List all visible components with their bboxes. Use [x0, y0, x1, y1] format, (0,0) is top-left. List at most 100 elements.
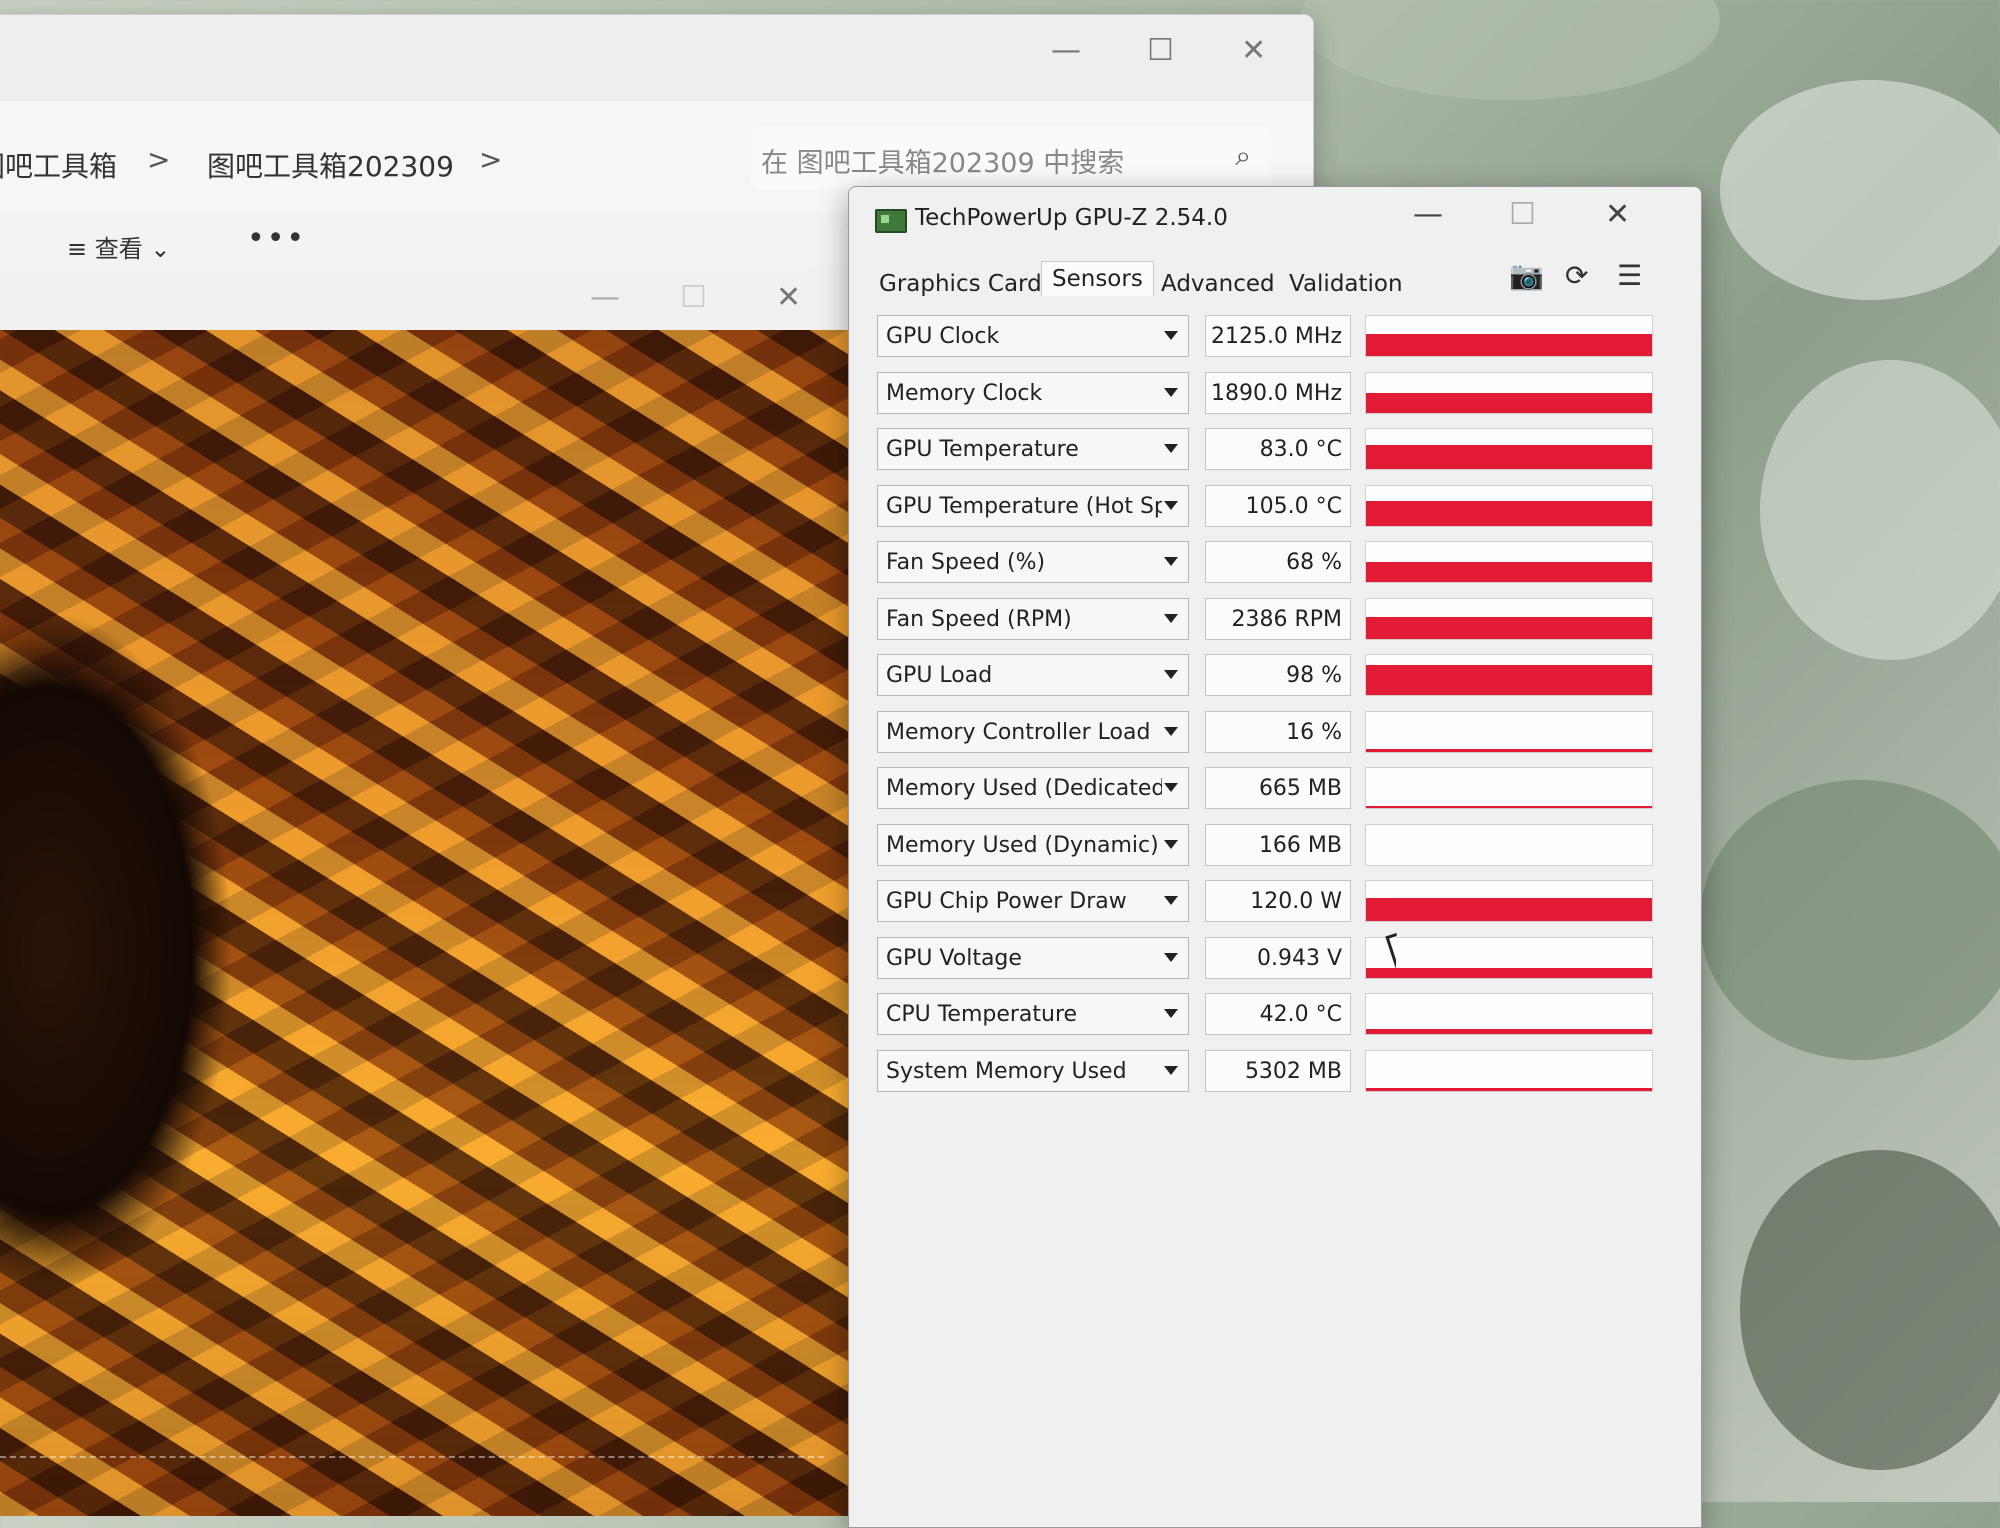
sensor-graph-fill [1366, 445, 1652, 469]
maximize-icon[interactable]: ☐ [680, 280, 707, 315]
minimize-icon[interactable]: — [1413, 197, 1443, 232]
camera-icon[interactable]: 📷 [1509, 259, 1544, 292]
sensor-select[interactable]: Fan Speed (%) [877, 541, 1189, 583]
sensor-graph-fill [1366, 897, 1652, 921]
sensor-value: 83.0 °C [1259, 437, 1342, 462]
sensor-select[interactable]: GPU Voltage [877, 937, 1189, 979]
sensor-select[interactable]: GPU Temperature (Hot Spot) [877, 485, 1189, 527]
sensor-graph [1365, 1050, 1653, 1092]
sensor-select[interactable]: System Memory Used [877, 1050, 1189, 1092]
sensor-graph-fill [1366, 334, 1652, 356]
displayed-image [0, 330, 854, 1516]
sensor-select[interactable]: Memory Used (Dedicated) [877, 767, 1189, 809]
refresh-icon[interactable]: ⟳ [1565, 259, 1588, 292]
sensor-select[interactable]: Memory Controller Load [877, 711, 1189, 753]
dropdown-arrow-icon[interactable] [1164, 331, 1178, 340]
dropdown-arrow-icon[interactable] [1164, 840, 1178, 849]
tab-graphics-card[interactable]: Graphics Card [877, 265, 1044, 303]
dropdown-arrow-icon[interactable] [1164, 783, 1178, 792]
chevron-right-icon: > [479, 143, 503, 176]
sensor-row: GPU Load 98 % [877, 654, 1677, 698]
sensor-graph-fill [1366, 393, 1652, 413]
search-input[interactable]: 在 图吧工具箱202309 中搜索 ⌕ [751, 127, 1271, 189]
sensor-value-box: 16 % [1205, 711, 1351, 753]
sensor-value-box: 83.0 °C [1205, 428, 1351, 470]
sensor-graph-fill [1366, 617, 1652, 639]
dropdown-arrow-icon[interactable] [1164, 444, 1178, 453]
search-icon[interactable]: ⌕ [1235, 139, 1251, 173]
minimize-icon[interactable]: — [1051, 33, 1081, 68]
dropdown-arrow-icon[interactable] [1164, 388, 1178, 397]
sensor-graph [1365, 598, 1653, 640]
sensor-row: Memory Used (Dynamic) 166 MB [877, 824, 1677, 868]
sensor-select[interactable]: Memory Used (Dynamic) [877, 824, 1189, 866]
sensor-label: Memory Controller Load [886, 720, 1151, 745]
sensor-graph-fill [1366, 806, 1652, 808]
explorer-titlebar: — ☐ ✕ [0, 15, 1313, 101]
sensor-select[interactable]: GPU Clock [877, 315, 1189, 357]
sensor-row: GPU Temperature (Hot Spot) 105.0 °C [877, 485, 1677, 529]
sensor-value-box: 1890.0 MHz [1205, 372, 1351, 414]
sensor-label: GPU Voltage [886, 946, 1022, 971]
sensor-select[interactable]: Fan Speed (RPM) [877, 598, 1189, 640]
sensor-value-box: 68 % [1205, 541, 1351, 583]
more-options-button[interactable]: ••• [247, 221, 306, 256]
tab-sensors[interactable]: Sensors [1041, 261, 1154, 296]
sensor-row: Fan Speed (RPM) 2386 RPM [877, 598, 1677, 642]
window-title: TechPowerUp GPU-Z 2.54.0 [915, 205, 1228, 231]
sensor-graph-fill [1366, 665, 1652, 695]
sensor-value-box: 5302 MB [1205, 1050, 1351, 1092]
sensor-select[interactable]: GPU Temperature [877, 428, 1189, 470]
maximize-icon[interactable]: ☐ [1509, 197, 1536, 232]
sensor-label: Memory Clock [886, 381, 1043, 406]
view-label: 查看 [94, 235, 143, 263]
dropdown-arrow-icon[interactable] [1164, 896, 1178, 905]
sensor-graph [1365, 428, 1653, 470]
sensor-graph [1365, 824, 1653, 866]
dropdown-arrow-icon[interactable] [1164, 557, 1178, 566]
sensor-graph-fill [1366, 1087, 1652, 1091]
sensor-graph [1365, 880, 1653, 922]
sensor-value: 665 MB [1258, 776, 1342, 801]
tab-validation[interactable]: Validation [1287, 265, 1405, 303]
sensor-select[interactable]: GPU Chip Power Draw [877, 880, 1189, 922]
dropdown-arrow-icon[interactable] [1164, 501, 1178, 510]
sensor-row: CPU Temperature 42.0 °C [877, 993, 1677, 1037]
sensor-row: Memory Clock 1890.0 MHz [877, 372, 1677, 416]
gpuz-titlebar: TechPowerUp GPU-Z 2.54.0 — ☐ ✕ [849, 187, 1701, 249]
menu-icon[interactable]: ☰ [1617, 259, 1642, 292]
sensor-graph-fill [1366, 748, 1652, 752]
sensor-label: CPU Temperature [886, 1002, 1078, 1027]
dropdown-arrow-icon[interactable] [1164, 614, 1178, 623]
dropdown-arrow-icon[interactable] [1164, 1066, 1178, 1075]
sensor-list: GPU Clock 2125.0 MHz Memory Clock 1890.0 MH… [877, 315, 1677, 1527]
sensor-label: GPU Load [886, 663, 993, 688]
dropdown-arrow-icon[interactable] [1164, 953, 1178, 962]
sensor-value: 2386 RPM [1231, 607, 1342, 632]
view-button[interactable]: ≡ 查看 ⌄ [67, 229, 171, 264]
sensor-select[interactable]: CPU Temperature [877, 993, 1189, 1035]
sensor-label: Memory Used (Dynamic) [886, 833, 1159, 858]
sensor-label: Fan Speed (%) [886, 550, 1046, 575]
sensor-value: 0.943 V [1256, 946, 1342, 971]
minimize-icon[interactable]: — [590, 280, 620, 315]
sensor-select[interactable]: Memory Clock [877, 372, 1189, 414]
close-icon[interactable]: ✕ [1605, 197, 1630, 232]
sensor-value: 98 % [1286, 663, 1342, 688]
close-icon[interactable]: ✕ [1241, 33, 1266, 68]
sensor-row: System Memory Used 5302 MB [877, 1050, 1677, 1094]
breadcrumb-item[interactable]: 图吧工具箱202309 [207, 145, 454, 185]
sensor-graph [1365, 485, 1653, 527]
maximize-icon[interactable]: ☐ [1147, 33, 1174, 68]
tab-advanced[interactable]: Advanced [1159, 265, 1277, 303]
close-icon[interactable]: ✕ [776, 280, 801, 315]
dropdown-arrow-icon[interactable] [1164, 670, 1178, 679]
sensor-graph [1365, 993, 1653, 1035]
sensor-value: 42.0 °C [1259, 1002, 1342, 1027]
dropdown-arrow-icon[interactable] [1164, 1009, 1178, 1018]
sensor-select[interactable]: GPU Load [877, 654, 1189, 696]
dropdown-arrow-icon[interactable] [1164, 727, 1178, 736]
sensor-value: 105.0 °C [1245, 494, 1342, 519]
sensor-graph-fill [1366, 562, 1652, 582]
breadcrumb-item[interactable]: 图吧工具箱 [0, 145, 117, 185]
